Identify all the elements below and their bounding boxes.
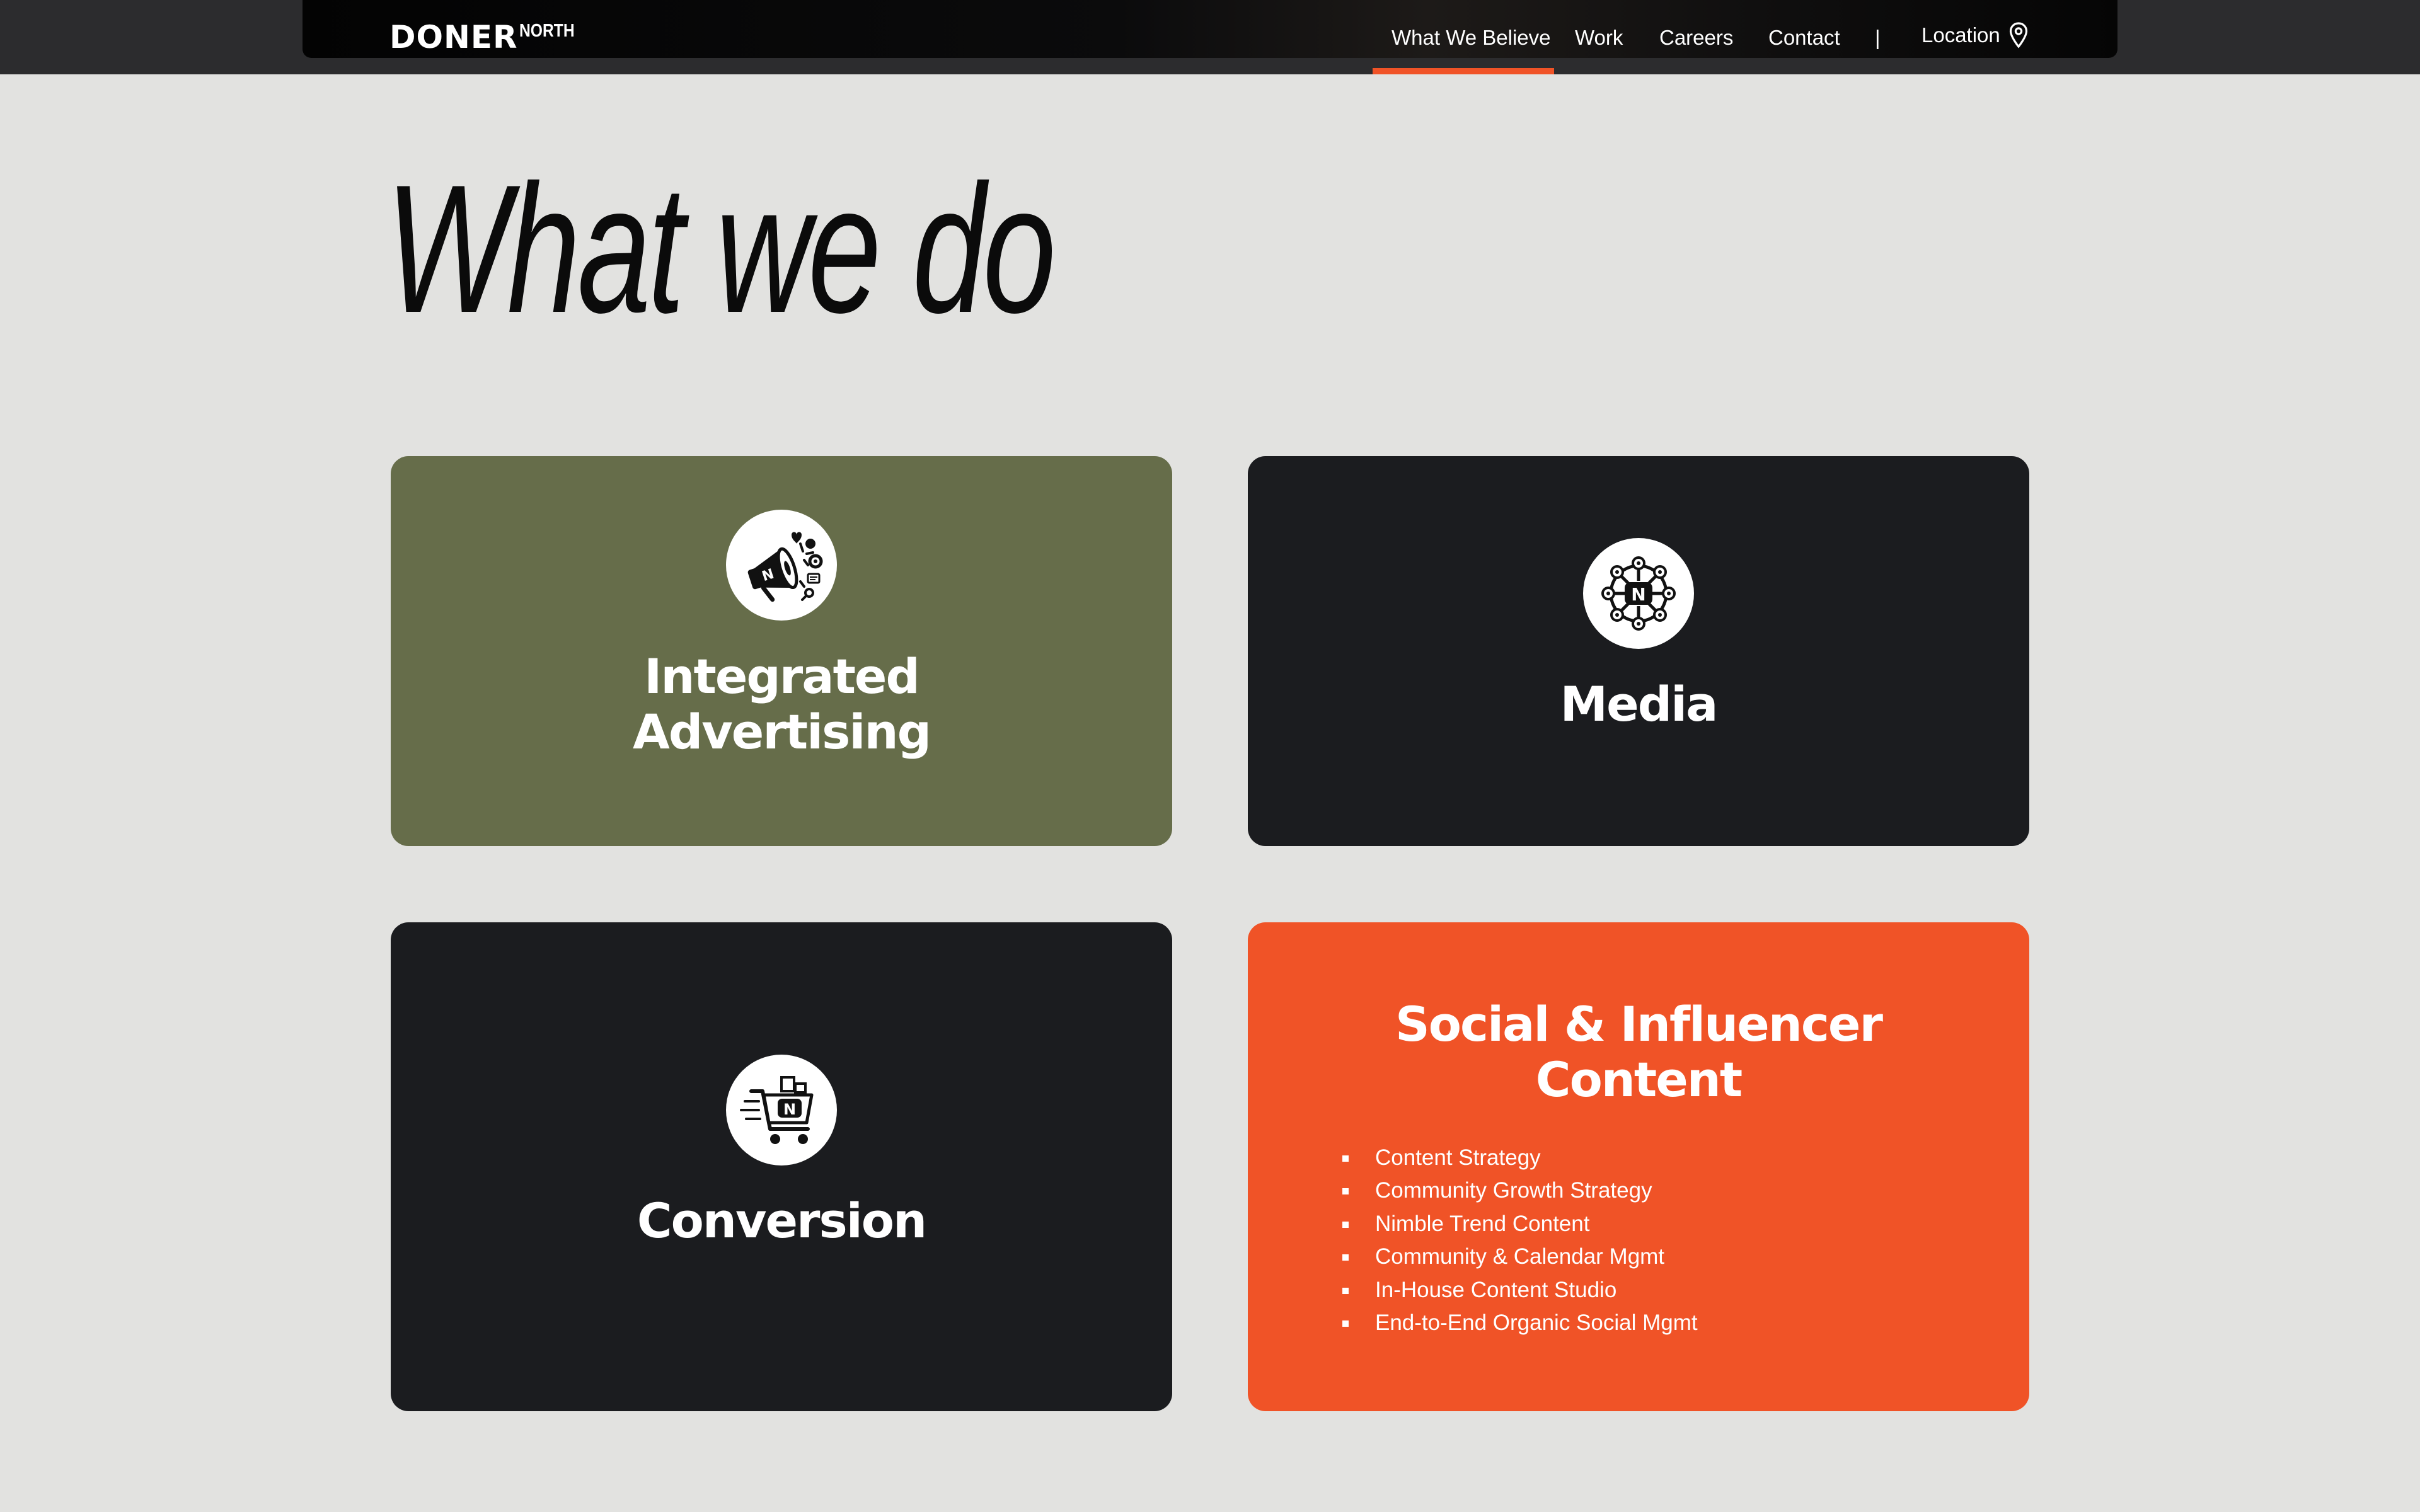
list-item: In-House Content Studio (1342, 1274, 1698, 1307)
card-title-line-2: Advertising (633, 704, 931, 760)
nav-separator: | (1875, 26, 1881, 49)
megaphone-icon: N (726, 510, 837, 621)
service-card-conversion[interactable]: N Conversion (391, 922, 1172, 1411)
location-label: Location (1922, 23, 2000, 47)
service-card-social-influencer-content[interactable]: Social & Influencer Content Content Stra… (1248, 922, 2029, 1411)
nav-link-work[interactable]: Work (1575, 24, 1623, 52)
card-title: Media (1560, 676, 1719, 732)
service-card-media[interactable]: N Media (1248, 456, 2029, 846)
location-selector[interactable]: Location (1922, 21, 2028, 49)
nav-active-indicator (1373, 68, 1554, 74)
nav-link-careers[interactable]: Careers (1659, 24, 1733, 52)
page-title: What we do (386, 147, 1056, 351)
shopping-cart-icon: N (726, 1055, 837, 1166)
list-item: Community Growth Strategy (1342, 1174, 1698, 1207)
top-navigation-bar: DONER NORTH What We Believe Work Careers… (0, 0, 2420, 74)
list-item: Nimble Trend Content (1342, 1208, 1698, 1240)
svg-text:N: N (1631, 584, 1645, 605)
card-title-line-1: Social & Influencer (1395, 996, 1883, 1052)
service-list: Content Strategy Community Growth Strate… (1342, 1142, 1698, 1339)
network-icon: N (1583, 538, 1694, 649)
card-title: Conversion (637, 1193, 927, 1249)
card-title-line-1: Integrated (644, 648, 920, 704)
nav-link-contact[interactable]: Contact (1768, 24, 1840, 52)
list-item: End-to-End Organic Social Mgmt (1342, 1307, 1698, 1339)
service-card-integrated-advertising[interactable]: N Integrated Advertising (391, 456, 1172, 846)
nav-link-what-we-believe[interactable]: What We Believe (1392, 24, 1551, 52)
primary-nav: What We Believe Work Careers Contact | L… (0, 0, 2420, 74)
svg-text:N: N (783, 1101, 796, 1118)
card-title-line-2: Content (1535, 1051, 1743, 1108)
list-item: Content Strategy (1342, 1142, 1698, 1174)
list-item: Community & Calendar Mgmt (1342, 1240, 1698, 1273)
map-pin-icon (2009, 22, 2027, 49)
